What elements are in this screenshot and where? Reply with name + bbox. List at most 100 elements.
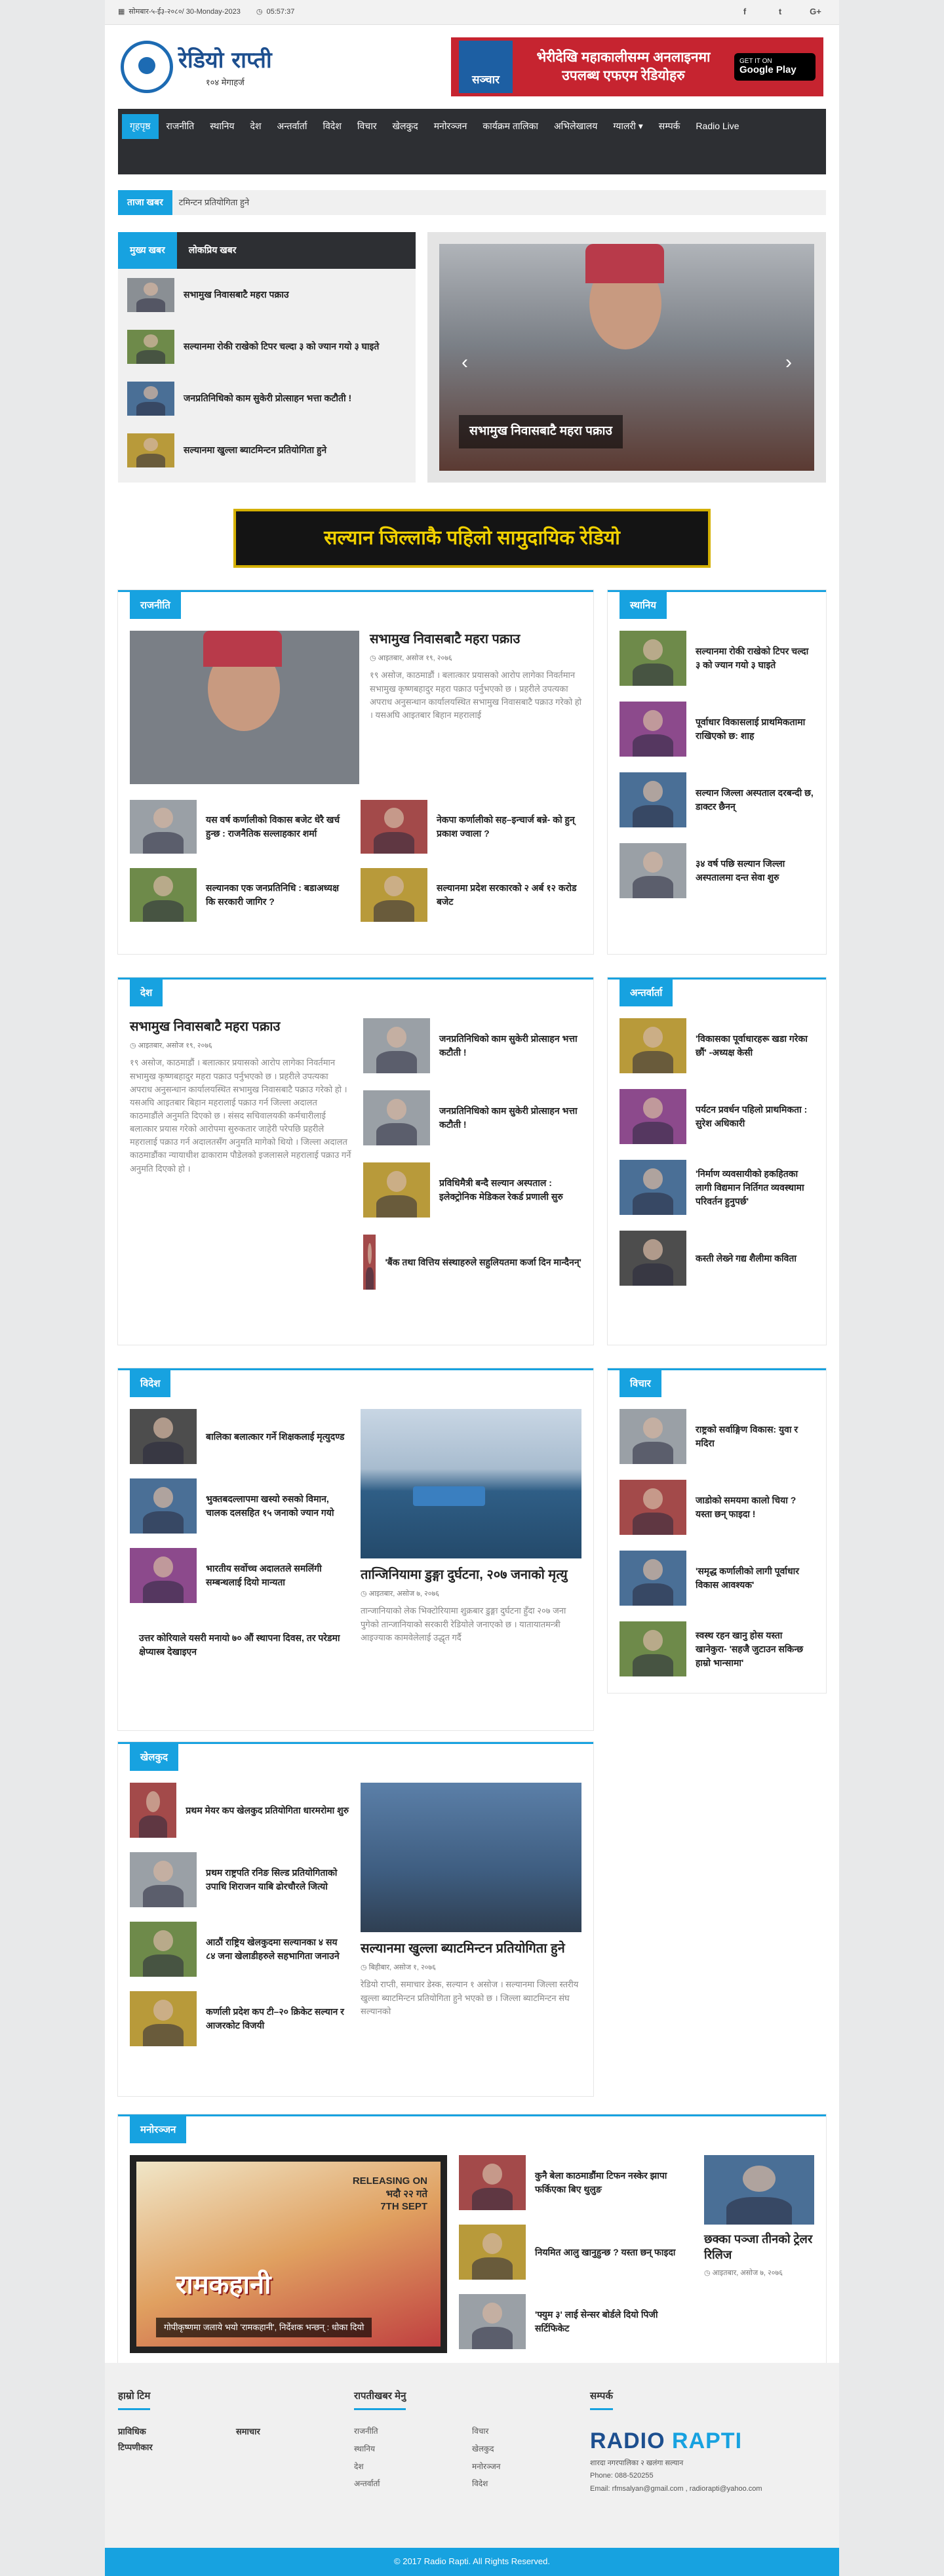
list-item[interactable]: नेकपा कर्णालीको सह–इन्चार्ज बन्ने- को हु… — [361, 800, 581, 854]
facebook-icon[interactable]: f — [734, 6, 755, 18]
list-item[interactable]: आठौं राष्ट्रिय खेलकुदमा सल्यानका ४ सय ८४… — [130, 1922, 349, 1977]
nav-radio-live[interactable]: Radio Live — [688, 114, 747, 139]
footer-email[interactable]: Email: rfmsalyan@gmail.com , radiorapti@… — [590, 2483, 826, 2496]
entertainment-row: मनोरञ्जन RELEASING ON भदौ २२ गते 7TH SEP… — [118, 2114, 826, 2380]
headline-image[interactable] — [361, 1783, 581, 1932]
list-item[interactable]: 'फ्युम ३' लाई सेन्सर बोर्डले दियो पिजी स… — [459, 2294, 692, 2349]
section-title[interactable]: राजनीति — [130, 592, 181, 619]
list-item[interactable]: कर्णाली प्रदेश कप टी–२० क्रिकेट सल्यान र… — [130, 1991, 349, 2046]
nav-politics[interactable]: राजनीति — [159, 114, 203, 139]
time-text: 05:57:37 — [266, 7, 295, 16]
google-plus-icon[interactable]: G+ — [805, 6, 826, 18]
headline-image[interactable] — [130, 631, 359, 784]
section-title[interactable]: मनोरञ्जन — [130, 2116, 187, 2143]
movie-poster[interactable]: RELEASING ON भदौ २२ गते 7TH SEPT रामकहान… — [130, 2155, 447, 2353]
nav-interview[interactable]: अन्तर्वार्ता — [269, 114, 315, 139]
slider-next-icon[interactable]: › — [785, 349, 792, 376]
list-item[interactable]: स्वस्थ रहन खानु होस यस्ता खानेकुरा- 'सहज… — [620, 1621, 814, 1676]
list-item[interactable]: पर्यटन प्रवर्धन पहिलो प्राथमिकता : सुरेश… — [620, 1089, 814, 1144]
nav-world[interactable]: विदेश — [315, 114, 349, 139]
nav-local[interactable]: स्थानिय — [202, 114, 242, 139]
list-item[interactable]: सभामुख निवासबाटै महरा पक्राउ — [118, 269, 416, 321]
list-item[interactable]: प्रथम मेयर कप खेलकुद प्रतियोगिता धारमरोम… — [130, 1783, 349, 1838]
list-item[interactable]: कुनै बेला काठमाडौंमा टिफन नस्केर झापा फर… — [459, 2155, 692, 2210]
list-item[interactable]: भुक्तबदल्लापमा खस्यो रुसको विमान, चालक द… — [130, 1478, 349, 1534]
list-item[interactable]: बालिका बलात्कार गर्ने शिक्षकलाई मृत्युदण… — [130, 1409, 349, 1464]
nav-archive[interactable]: अभिलेखालय — [546, 114, 605, 139]
list-item[interactable]: पूर्वाधार विकासलाई प्राथमिकतामा राखिएको … — [620, 702, 814, 757]
list-item[interactable]: कस्ती लेख्ने गद्य शैलीमा कविता — [620, 1231, 814, 1286]
footer-link[interactable]: खेलकुद — [472, 2444, 590, 2455]
ticker-message[interactable]: टमिन्टन प्रतियोगिता हुने — [179, 197, 249, 208]
footer-link[interactable]: मनोरञ्जन — [472, 2461, 590, 2472]
list-item[interactable]: सल्यानमा प्रदेश सरकारको २ अर्ब १२ करोड ब… — [361, 868, 581, 922]
slide[interactable]: ‹ › सभामुख निवासबाटै महरा पक्राउ — [439, 244, 814, 471]
google-play-button[interactable]: GET IT ON Google Play — [734, 53, 816, 81]
section-title[interactable]: खेलकुद — [130, 1744, 178, 1771]
slider-prev-icon[interactable]: ‹ — [462, 349, 468, 376]
list-item[interactable]: सल्यानमा रोकी राखेको टिपर चल्दा ३ को ज्य… — [118, 321, 416, 372]
footer-link[interactable]: विचार — [472, 2426, 590, 2437]
section-title[interactable]: देश — [130, 980, 163, 1006]
list-item[interactable]: सल्यानका एक जनप्रतिनिधि : बडाअध्यक्ष कि … — [130, 868, 350, 922]
nav-country[interactable]: देश — [243, 114, 269, 139]
footer-link[interactable]: टिप्पणीकार — [118, 2442, 236, 2453]
footer-link[interactable]: देश — [354, 2461, 472, 2472]
list-item[interactable]: जनप्रतिनिधिको काम सुकेरी प्रोत्साहन भत्त… — [363, 1018, 581, 1073]
list-item[interactable]: प्रविधिमैत्री बन्दै सल्यान अस्पताल : इले… — [363, 1162, 581, 1218]
list-item[interactable]: 'विकासका पूर्वाधारहरू खडा गरेका छौं' -अध… — [620, 1018, 814, 1073]
list-item[interactable]: सल्यानमा रोकी राखेको टिपर चल्दा ३ को ज्य… — [620, 631, 814, 686]
footer-link[interactable]: समाचार — [236, 2426, 354, 2438]
list-item[interactable]: भारतीय सर्वोच्च अदालतले समलिंगी सम्बन्धल… — [130, 1548, 349, 1603]
footer-team: हाम्रो टिम प्राविधिक समाचार टिप्पणीकार — [118, 2389, 354, 2522]
headline-date: आइतबार, असोज १९, २०७६ — [378, 654, 452, 662]
headline-title[interactable]: सभामुख निवासबाटै महरा पक्राउ — [370, 631, 581, 648]
list-item[interactable]: 'बैंक तथा वित्तिय संस्थाहरुले सहुलियतमा … — [363, 1235, 581, 1290]
list-item[interactable]: प्रथम राष्ट्रपति रनिङ सिल्ड प्रतियोगिताक… — [130, 1852, 349, 1907]
list-item[interactable]: सल्यान जिल्ला अस्पताल दरबन्दी छ, डाक्टर … — [620, 772, 814, 827]
twitter-icon[interactable]: t — [770, 6, 791, 18]
list-item[interactable]: ३४ वर्ष पछि सल्यान जिल्ला अस्पतालमा दन्त… — [620, 843, 814, 898]
local-box: स्थानिय सल्यानमा रोकी राखेको टिपर चल्दा … — [608, 590, 826, 954]
header-banner-ad[interactable]: सञ्चार भेरीदेखि महाकालीसम्म अनलाइनमा उपल… — [451, 37, 823, 96]
headline-image[interactable] — [704, 2155, 814, 2225]
tab-main-news[interactable]: मुख्य खबर — [118, 232, 177, 269]
footer-link[interactable]: अन्तर्वार्ता — [354, 2478, 472, 2489]
footer-link[interactable]: विदेश — [472, 2478, 590, 2489]
tab-popular-news[interactable]: लोकप्रिय खबर — [177, 232, 248, 269]
section-title[interactable]: अन्तर्वार्ता — [620, 980, 673, 1006]
section-title[interactable]: विचार — [620, 1370, 661, 1397]
list-item[interactable]: यस वर्ष कर्णालीको विकास बजेट धेरै खर्च ह… — [130, 800, 350, 854]
community-radio-ad[interactable]: सल्यान जिल्लाकै पहिलो सामुदायिक रेडियो — [233, 509, 711, 568]
list-item[interactable]: राष्ट्रको सर्वाङ्गिण विकास: युवा र मदिरा — [620, 1409, 814, 1464]
footer-link[interactable]: राजनीति — [354, 2426, 472, 2437]
list-item[interactable]: नियमित आलु खानुहुन्छ ? यस्ता छन् फाइदा — [459, 2225, 692, 2280]
news-title: प्रथम मेयर कप खेलकुद प्रतियोगिता धारमरोम… — [186, 1804, 349, 1815]
list-item[interactable]: जनप्रतिनिधिको काम सुकेरी प्रोत्साहन भत्त… — [363, 1090, 581, 1145]
footer-link[interactable]: प्राविधिक — [118, 2426, 236, 2438]
headline-image[interactable] — [361, 1409, 581, 1558]
nav-home[interactable]: गृहपृष्ठ — [122, 114, 159, 139]
nav-entertainment[interactable]: मनोरञ्जन — [426, 114, 475, 139]
nav-contact[interactable]: सम्पर्क — [651, 114, 688, 139]
site-header: रेडियो राप्ती १०४ मेगाहर्ज सञ्चार भेरीदे… — [105, 25, 839, 109]
section-title[interactable]: विदेश — [130, 1370, 171, 1397]
nav-gallery[interactable]: ग्यालरी ▾ — [605, 114, 650, 139]
section-title[interactable]: स्थानिय — [620, 592, 667, 619]
nav-sports[interactable]: खेलकुद — [385, 114, 426, 139]
headline-title[interactable]: छक्का पञ्जा तीनको ट्रेलर रिलिज — [704, 2231, 814, 2263]
list-item[interactable]: 'निर्माण व्यवसायीको हकहितका लागी विद्यमा… — [620, 1160, 814, 1215]
nav-opinion[interactable]: विचार — [349, 114, 385, 139]
nav-program-schedule[interactable]: कार्यक्रम तालिका — [475, 114, 546, 139]
footer-link[interactable]: स्थानिय — [354, 2444, 472, 2455]
headline-title[interactable]: सल्यानमा खुल्ला ब्याटमिन्टन प्रतियोगिता … — [361, 1940, 581, 1958]
store-big-text: Google Play — [739, 64, 796, 76]
headline-title[interactable]: तान्जिनियामा डुङ्गा दुर्घटना, २०७ जनाको … — [361, 1566, 581, 1584]
site-logo[interactable]: रेडियो राप्ती १०४ मेगाहर्ज — [121, 41, 272, 93]
headline-title[interactable]: सभामुख निवासबाटै महरा पक्राउ — [130, 1018, 351, 1036]
list-item[interactable]: उत्तर कोरियाले यसरी मनायो ७० औं स्थापना … — [130, 1617, 349, 1673]
list-item[interactable]: जाडोको समयमा कालो चिया ? यस्ता छन् फाइदा… — [620, 1480, 814, 1535]
list-item[interactable]: जनप्रतिनिधिको काम सुकेरी प्रोत्साहन भत्त… — [118, 372, 416, 424]
list-item[interactable]: 'समृद्ध कर्णालीको लागी पूर्वाधार विकास आ… — [620, 1551, 814, 1606]
list-item[interactable]: सल्यानमा खुल्ला ब्याटमिन्टन प्रतियोगिता … — [118, 424, 416, 476]
